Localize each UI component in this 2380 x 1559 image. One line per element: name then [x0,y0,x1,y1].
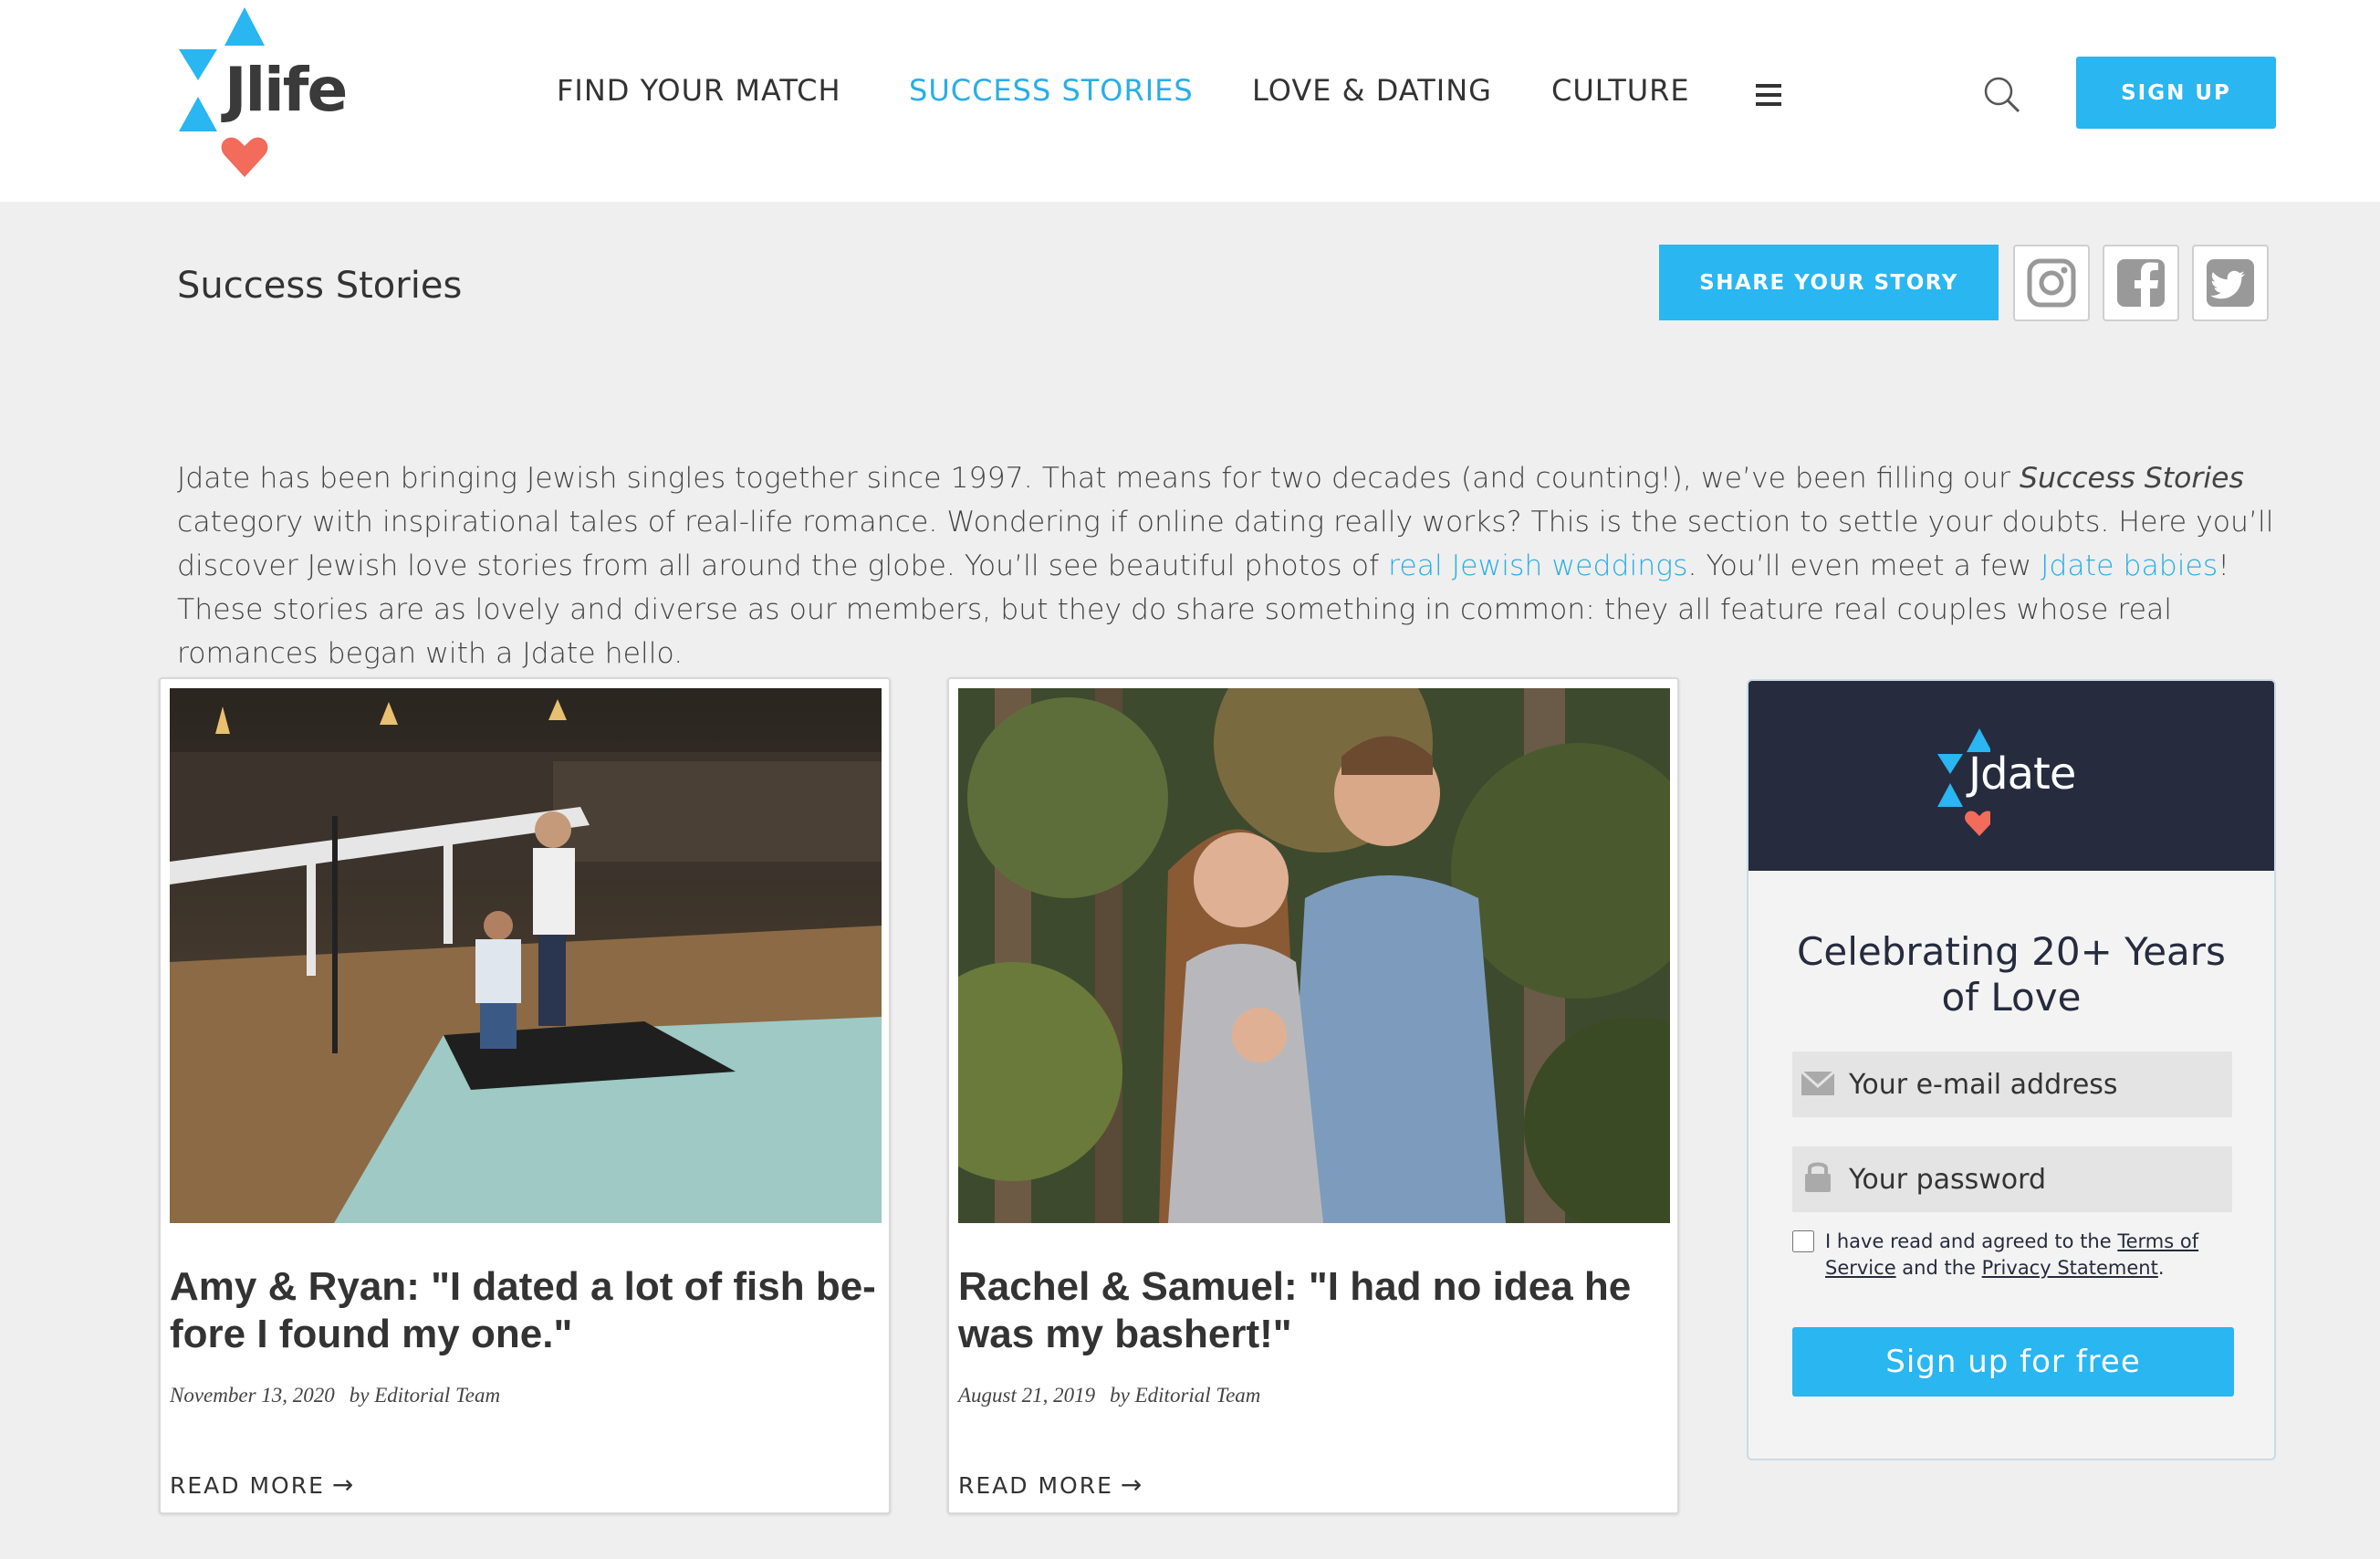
story-by: by [1110,1384,1130,1407]
nav-love-dating[interactable]: LOVE & DATING [1252,73,1492,108]
read-more-link[interactable]: READ MORE → [170,1470,355,1500]
story-meta: August 21, 2019 by Editorial Team [958,1384,1260,1407]
story-title[interactable]: Rachel & Samuel: "I had no idea he was m… [958,1263,1670,1358]
site-header: Jlife FIND YOUR MATCH SUCCESS STORIES LO… [0,0,2380,202]
arrow-right-icon: → [331,1470,356,1500]
privacy-statement-link[interactable]: Privacy Statement [1982,1257,2158,1279]
intro-emphasis: Success Stories [2019,462,2244,495]
story-date: November 13, 2020 [170,1384,335,1407]
jdate-logo[interactable]: Jdate [1936,728,2100,836]
twitter-icon [2207,259,2254,307]
story-meta: November 13, 2020 by Editorial Team [170,1384,500,1407]
terms-mid: and the [1895,1257,1982,1279]
intro-text-3: . You’ll even meet a few [1687,549,2041,582]
facebook-icon [2117,259,2165,309]
instagram-button[interactable] [2013,245,2090,321]
nav-success-stories[interactable]: SUCCESS STORIES [909,73,1194,108]
email-field[interactable] [1792,1052,2232,1117]
read-more-label: READ MORE [170,1472,325,1499]
nav-culture[interactable]: CULTURE [1551,73,1690,108]
story-author[interactable]: Editorial Team [374,1384,500,1407]
terms-prefix: I have read and agreed to the [1825,1230,2118,1252]
logo-text: Jlife [224,55,348,125]
search-icon[interactable] [1982,75,2022,115]
email-input[interactable] [1849,1052,2223,1117]
story-author[interactable]: Editorial Team [1135,1384,1261,1407]
share-your-story-button[interactable]: SHARE YOUR STORY [1659,245,1999,320]
facebook-button[interactable] [2103,245,2179,321]
read-more-link[interactable]: READ MORE → [958,1470,1143,1500]
password-input[interactable] [1849,1146,2223,1212]
story-photo-couple[interactable] [958,688,1670,1223]
menu-icon[interactable] [1756,84,1781,106]
nav-find-your-match[interactable]: FIND YOUR MATCH [557,73,841,108]
widget-title-line-2: of Love [1941,975,2082,1020]
envelope-icon [1801,1070,1835,1095]
jdate-babies-link[interactable]: Jdate babies [2041,549,2218,582]
story-by: by [349,1384,370,1407]
story-photo-proposal[interactable] [170,688,882,1223]
widget-title-line-1: Celebrating 20+ Years [1797,929,2226,974]
sign-up-button[interactable]: SIGN UP [2076,57,2276,129]
widget-title: Celebrating 20+ Years of Love [1748,929,2274,1020]
terms-checkbox[interactable] [1792,1230,1814,1252]
twitter-button[interactable] [2192,245,2269,321]
page-title: Success Stories [177,265,463,307]
jdate-logo-text: Jdate [1968,748,2076,800]
story-card[interactable]: Amy & Ryan: "I dated a lot of fish be-fo… [159,677,891,1514]
password-field[interactable] [1792,1146,2232,1212]
lock-icon [1805,1162,1831,1192]
story-card[interactable]: Rachel & Samuel: "I had no idea he was m… [947,677,1679,1514]
jdate-signup-widget: Jdate Celebrating 20+ Years of Love I ha… [1747,679,2276,1460]
terms-suffix: . [2157,1257,2165,1279]
instagram-icon [2027,258,2076,308]
jlife-logo[interactable]: Jlife [173,5,365,179]
sign-up-for-free-button[interactable]: Sign up for free [1792,1327,2234,1397]
read-more-label: READ MORE [958,1472,1113,1499]
story-title[interactable]: Amy & Ryan: "I dated a lot of fish be-fo… [170,1263,882,1358]
real-jewish-weddings-link[interactable]: real Jewish weddings [1388,549,1687,582]
arrow-right-icon: → [1120,1470,1144,1500]
terms-label: I have read and agreed to the Terms of S… [1792,1229,2221,1282]
intro-text-1: Jdate has been bringing Jewish singles t… [177,462,2020,495]
intro-paragraph: Jdate has been bringing Jewish singles t… [177,456,2276,675]
terms-agreement: I have read and agreed to the Terms of S… [1792,1229,2221,1282]
story-date: August 21, 2019 [958,1384,1096,1407]
widget-header: Jdate [1748,681,2274,871]
